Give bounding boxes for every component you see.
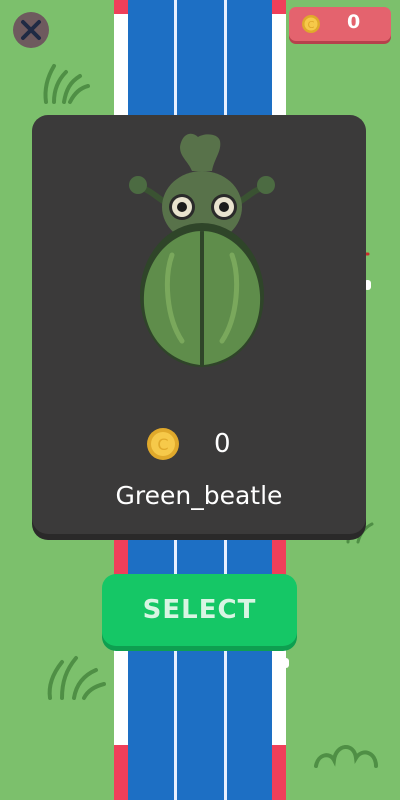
grass-tuft-icon bbox=[47, 656, 106, 700]
coin-icon: C bbox=[302, 15, 320, 33]
close-button[interactable] bbox=[13, 12, 49, 48]
green-beetle-icon bbox=[129, 133, 275, 367]
close-icon bbox=[21, 20, 41, 40]
character-name: Green_beatle bbox=[115, 481, 283, 510]
coin-count: 0 bbox=[347, 11, 361, 33]
bush-icon bbox=[314, 745, 378, 768]
grass-tuft-icon bbox=[43, 64, 90, 104]
select-button[interactable]: SELECT bbox=[102, 574, 297, 646]
character-panel: C 0 Green_beatle bbox=[32, 115, 366, 534]
track-marker bbox=[282, 658, 289, 668]
character-price: 0 bbox=[214, 429, 231, 459]
svg-text:C: C bbox=[308, 20, 315, 31]
coin-counter: C 0 bbox=[289, 7, 391, 41]
coin-icon: C bbox=[147, 428, 179, 460]
svg-text:C: C bbox=[157, 435, 168, 454]
